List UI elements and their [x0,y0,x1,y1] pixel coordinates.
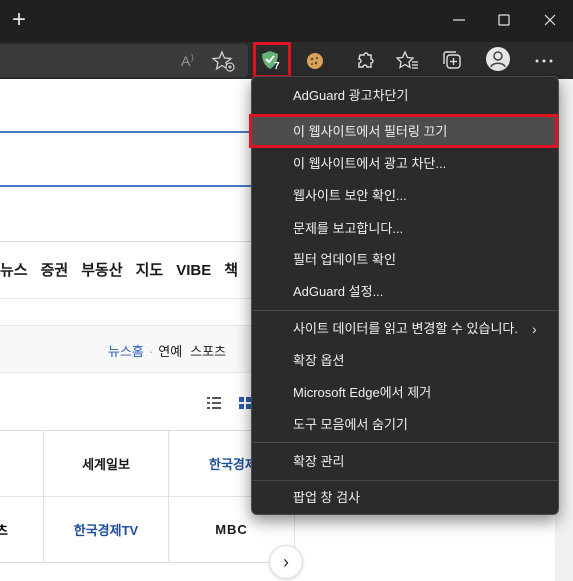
nav-item[interactable]: VIBE [176,262,211,279]
profile-avatar-icon[interactable] [486,47,510,71]
menu-item-extension-options[interactable]: 확장 옵션 [252,346,558,376]
browser-window: + A ) 7 뉴스 증권 부동산 지도 VIBE 책 뉴스홈 · 연예 스포츠… [0,0,573,581]
menu-item-adguard-title[interactable]: AdGuard 광고차단기 [252,81,558,111]
press-logo: 한국경제 [209,457,257,472]
nav-item[interactable]: 책 [224,262,238,279]
menu-item-manage-extensions[interactable]: 확장 관리 [252,447,558,477]
grid-view-icon[interactable] [239,397,251,409]
menu-item-security-check[interactable]: 웹사이트 보안 확인... [252,181,558,211]
extensions-puzzle-icon[interactable] [352,48,378,74]
menu-item-label: 사이트 데이터를 읽고 변경할 수 있습니다. [293,321,518,336]
menu-item-adguard-settings[interactable]: AdGuard 설정... [252,277,558,307]
collections-icon[interactable] [440,48,466,74]
menu-item-block-ads[interactable]: 이 웹사이트에서 광고 차단... [252,149,558,179]
nav-item[interactable]: 증권 [41,262,69,279]
search-input[interactable] [0,131,260,187]
favorites-icon[interactable] [395,48,421,74]
adguard-badge-count: 7 [274,61,280,72]
list-view-icon[interactable] [207,397,221,409]
nav-menu: 뉴스증권부동산지도VIBE책웹 [0,259,278,281]
subnav: 뉴스홈 · 연예 스포츠 [108,341,234,360]
press-cell[interactable]: 한국경제TV [44,497,169,563]
svg-text:): ) [191,53,194,62]
menu-highlight-annotation [249,114,558,148]
adguard-highlight-annotation [253,42,291,78]
nav-item[interactable]: 부동산 [81,262,122,279]
subnav-home-link[interactable]: 뉴스홈 [108,344,144,359]
read-aloud-icon[interactable]: A ) [176,48,202,74]
press-logo: 한국경제TV [73,523,139,538]
next-page-button[interactable]: › [269,545,303,579]
press-cell[interactable] [0,431,44,497]
new-tab-button[interactable]: + [8,8,30,32]
subnav-divider: · [148,344,154,359]
minimize-icon[interactable] [449,10,469,30]
add-favorite-icon[interactable] [211,48,237,74]
menu-separator [252,310,558,311]
menu-separator [252,480,558,481]
menu-item-check-filter-updates[interactable]: 필터 업데이트 확인 [252,245,558,275]
menu-item-site-access[interactable]: 사이트 데이터를 읽고 변경할 수 있습니다. › [252,314,558,344]
menu-item-remove-from-edge[interactable]: Microsoft Edge에서 제거 [252,378,558,408]
subnav-item[interactable]: 스포츠 [190,344,226,359]
nav-item[interactable]: 지도 [136,262,164,279]
more-menu-icon[interactable] [531,48,557,74]
title-bar: + [0,0,573,42]
nav-item[interactable]: 뉴스 [0,262,28,279]
cookie-extension-icon[interactable] [302,48,328,74]
menu-item-report-issue[interactable]: 문제를 보고합니다... [252,214,558,244]
close-icon[interactable] [540,10,560,30]
maximize-icon[interactable] [494,10,514,30]
press-logo: 츠 [0,520,8,539]
press-logo: 세계일보 [82,457,130,472]
press-logo: MBC [215,522,248,537]
menu-item-hide-from-toolbar[interactable]: 도구 모음에서 숨기기 [252,410,558,440]
menu-separator [252,442,558,443]
svg-text:A: A [181,53,191,69]
chevron-right-icon: › [532,321,537,337]
person-icon [490,51,506,68]
press-cell[interactable]: 츠 [0,497,44,563]
press-cell[interactable]: 세계일보 [44,431,169,497]
menu-item-inspect-popup[interactable]: 팝업 창 검사 [252,483,558,513]
subnav-item[interactable]: 연예 [158,344,182,359]
